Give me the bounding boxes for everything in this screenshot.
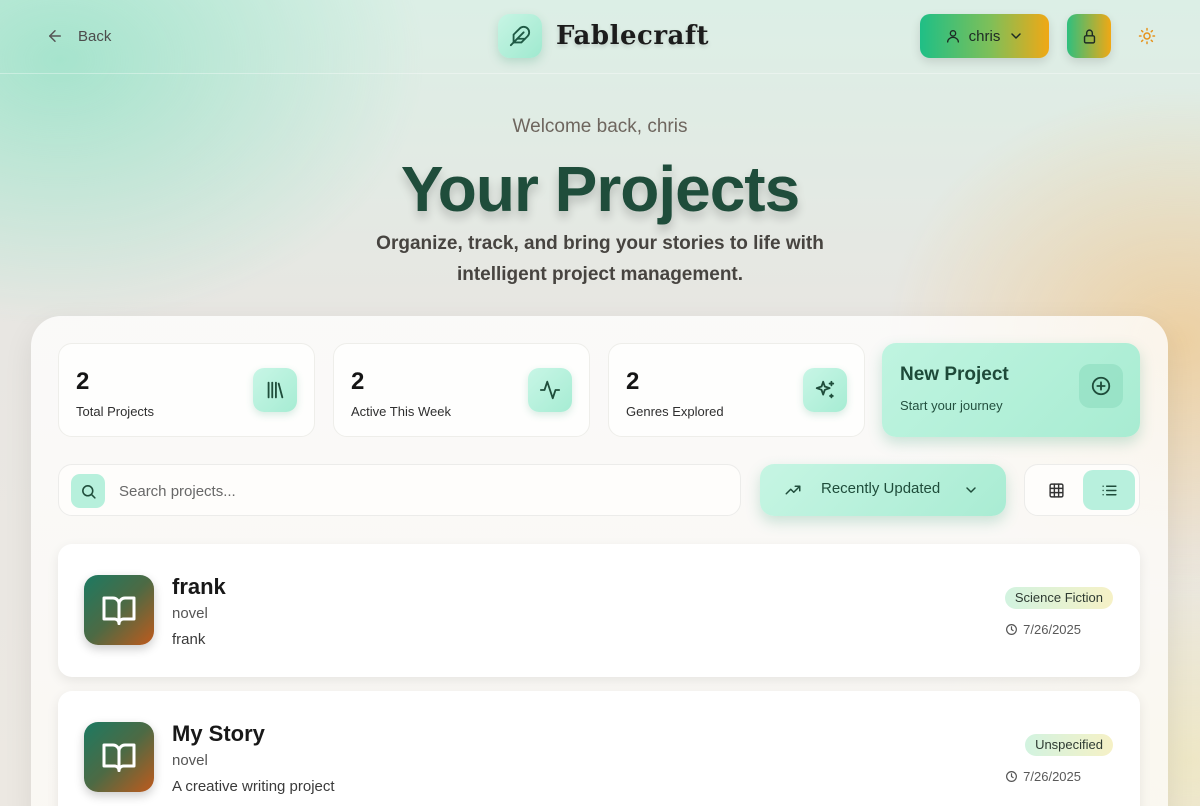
new-project-title: New Project [900, 364, 1009, 385]
new-project-icon-wrap [1079, 364, 1123, 408]
activity-icon [539, 380, 561, 400]
arrow-left-icon [49, 30, 61, 42]
project-description: A creative writing project [172, 778, 335, 795]
top-bar: Back Fablecraft chris [0, 0, 1200, 74]
project-icon-wrap [84, 575, 154, 645]
sort-label: Recently Updated [821, 480, 941, 497]
lock-button[interactable] [1067, 14, 1111, 58]
brand: Fablecraft [498, 14, 709, 58]
clock-icon [1006, 771, 1018, 782]
user-name: chris [968, 27, 1001, 45]
project-date: 7/26/2025 [1005, 769, 1081, 784]
brand-name: Fablecraft [556, 21, 710, 51]
new-project-button[interactable]: New Project Start your journey [882, 343, 1140, 437]
book-open-icon [102, 596, 136, 625]
search-input[interactable] [119, 477, 719, 505]
user-icon [946, 30, 959, 43]
user-menu-button[interactable]: chris [920, 14, 1049, 58]
back-button[interactable]: Back [46, 24, 111, 48]
sparkles-icon [815, 380, 835, 399]
list-view-button[interactable] [1083, 470, 1135, 510]
genre-badge: Unspecified [1025, 734, 1113, 756]
hero-section: Welcome back, chris Your Projects Organi… [0, 114, 1200, 290]
search-icon [81, 484, 96, 499]
stat-card-active-week: 2 Active This Week [333, 343, 590, 437]
chevron-down-icon [1011, 33, 1022, 39]
trending-up-icon [785, 485, 801, 495]
project-date-text: 7/26/2025 [1023, 769, 1081, 784]
brand-logo [498, 14, 542, 58]
stat-card-total-projects: 2 Total Projects [58, 343, 315, 437]
search-icon-wrap [71, 474, 105, 508]
project-name: frank [172, 574, 226, 599]
plus-circle-icon [1091, 376, 1111, 396]
back-label: Back [78, 27, 112, 45]
clock-icon [1006, 624, 1018, 635]
project-description: frank [172, 631, 206, 648]
project-date-text: 7/26/2025 [1023, 622, 1081, 637]
project-card[interactable]: My Story novel A creative writing projec… [58, 691, 1140, 806]
book-open-icon [102, 743, 136, 772]
page-title: Your Projects [400, 153, 800, 225]
stat-value: 2 [76, 368, 90, 395]
stat-value: 2 [351, 368, 365, 395]
sun-icon [1138, 27, 1156, 45]
stat-card-genres: 2 Genres Explored [608, 343, 865, 437]
feather-icon [509, 25, 531, 47]
project-date: 7/26/2025 [1005, 622, 1081, 637]
page-subtitle: Organize, track, and bring your stories … [376, 233, 824, 285]
project-icon-wrap [84, 722, 154, 792]
projects-panel: 2 Total Projects 2 Active This Week 2 Ge… [31, 316, 1168, 806]
stat-value: 2 [626, 368, 640, 395]
stat-label: Active This Week [351, 404, 451, 419]
stat-icon-wrap [253, 368, 297, 412]
grid-view-button[interactable] [1030, 470, 1083, 510]
project-type: novel [172, 752, 208, 769]
stat-label: Genres Explored [626, 404, 724, 419]
sort-dropdown[interactable]: Recently Updated [760, 464, 1006, 516]
library-icon [267, 381, 284, 399]
new-project-subtitle: Start your journey [900, 398, 1003, 413]
stat-icon-wrap [803, 368, 847, 412]
project-name: My Story [172, 721, 265, 746]
grid-icon [1049, 482, 1064, 498]
search-box [58, 464, 741, 516]
view-toggle [1024, 464, 1140, 516]
chevron-down-icon [966, 487, 976, 493]
welcome-text: Welcome back, chris [512, 116, 688, 137]
lock-icon [1083, 28, 1095, 44]
list-icon [1101, 485, 1117, 495]
genre-badge: Science Fiction [1004, 587, 1113, 609]
project-type: novel [172, 605, 208, 622]
project-card[interactable]: frank novel frank Science Fiction 7/26/2… [58, 544, 1140, 677]
stat-icon-wrap [528, 368, 572, 412]
theme-toggle-button[interactable] [1135, 24, 1159, 48]
stat-label: Total Projects [76, 404, 155, 419]
